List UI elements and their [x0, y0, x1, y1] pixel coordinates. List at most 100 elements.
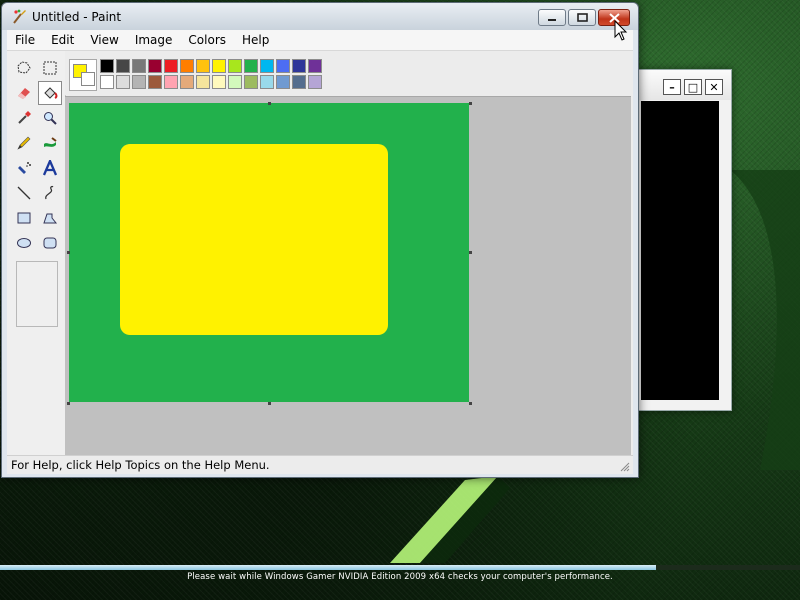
color-swatch[interactable] [260, 75, 274, 89]
line-icon [17, 186, 31, 200]
color-swatch[interactable] [276, 75, 290, 89]
pencil-icon [17, 136, 31, 150]
menu-colors[interactable]: Colors [180, 33, 234, 47]
background-window[interactable]: – □ ✕ [636, 69, 732, 411]
resize-handle-right[interactable] [469, 251, 472, 254]
free-form-select-icon [17, 61, 31, 74]
color-swatch[interactable] [308, 59, 322, 73]
color-swatch[interactable] [196, 75, 210, 89]
color-swatch[interactable] [308, 75, 322, 89]
menu-file[interactable]: File [7, 33, 43, 47]
paint-client-area [7, 51, 633, 455]
eraser-tool[interactable] [12, 81, 36, 105]
resize-handle-top-right[interactable] [469, 102, 472, 105]
paint-window[interactable]: Untitled - Paint File Edit View Image Co… [1, 2, 639, 478]
free-form-select-tool[interactable] [12, 56, 36, 80]
color-picker-tool[interactable] [12, 106, 36, 130]
airbrush-icon [18, 162, 31, 174]
color-swatch[interactable] [116, 75, 130, 89]
yellow-rounded-rectangle [120, 144, 388, 335]
performance-message: Please wait while Windows Gamer NVIDIA E… [187, 572, 613, 582]
background-color [81, 72, 95, 86]
rectangle-tool[interactable] [12, 206, 36, 230]
color-swatch[interactable] [292, 75, 306, 89]
minimize-button[interactable] [538, 9, 566, 26]
color-swatch[interactable] [196, 59, 210, 73]
color-swatch[interactable] [180, 75, 194, 89]
color-swatch[interactable] [244, 75, 258, 89]
drawing-canvas[interactable] [69, 103, 469, 402]
magnifier-icon [44, 112, 57, 125]
size-grip-icon[interactable] [620, 462, 630, 472]
wallpaper-curve [730, 170, 800, 470]
brush-tool[interactable] [38, 131, 62, 155]
color-swatch[interactable] [228, 75, 242, 89]
line-tool[interactable] [12, 181, 36, 205]
airbrush-tool[interactable] [12, 156, 36, 180]
magnifier-tool[interactable] [38, 106, 62, 130]
canvas-scroll-area[interactable] [65, 96, 631, 455]
color-swatch[interactable] [100, 75, 114, 89]
resize-handle-bottom-left[interactable] [67, 402, 70, 405]
color-swatch[interactable] [260, 59, 274, 73]
maximize-icon[interactable]: □ [684, 79, 702, 95]
rect-select-tool[interactable] [38, 56, 62, 80]
color-swatch[interactable] [148, 59, 162, 73]
text-icon [42, 160, 58, 176]
status-text: For Help, click Help Topics on the Help … [11, 458, 270, 472]
color-swatch[interactable] [132, 59, 146, 73]
window-title: Untitled - Paint [32, 10, 122, 24]
current-colors[interactable] [69, 59, 97, 91]
color-swatch[interactable] [164, 59, 178, 73]
color-picker-icon [18, 111, 31, 124]
menu-view[interactable]: View [82, 33, 126, 47]
color-swatch[interactable] [212, 75, 226, 89]
eraser-icon [18, 88, 30, 99]
resize-handle-left[interactable] [67, 251, 70, 254]
close-icon[interactable]: ✕ [705, 79, 723, 95]
maximize-button[interactable] [568, 9, 596, 26]
menu-edit[interactable]: Edit [43, 33, 82, 47]
pencil-tool[interactable] [12, 131, 36, 155]
rounded-rect-tool[interactable] [38, 231, 62, 255]
polygon-icon [43, 213, 58, 224]
palette-swatches [100, 59, 322, 89]
ellipse-tool[interactable] [12, 231, 36, 255]
color-swatch[interactable] [100, 59, 114, 73]
color-swatch[interactable] [148, 75, 162, 89]
title-bar[interactable]: Untitled - Paint [2, 3, 638, 30]
paint-palette-icon [13, 9, 26, 24]
resize-handle-top[interactable] [268, 102, 271, 105]
maximize-icon [576, 13, 588, 22]
color-swatch[interactable] [132, 75, 146, 89]
color-swatch[interactable] [276, 59, 290, 73]
resize-handle-bottom-right[interactable] [469, 402, 472, 405]
fill-bucket-icon [44, 87, 58, 99]
progress-fill [0, 565, 656, 570]
minimize-icon[interactable]: – [663, 79, 681, 95]
color-swatch[interactable] [212, 59, 226, 73]
color-swatch[interactable] [116, 59, 130, 73]
fill-bucket-tool[interactable] [38, 81, 62, 105]
curve-tool[interactable] [38, 181, 62, 205]
color-swatch[interactable] [244, 59, 258, 73]
color-swatch[interactable] [164, 75, 178, 89]
text-tool[interactable] [38, 156, 62, 180]
color-swatch[interactable] [180, 59, 194, 73]
background-window-titlebar[interactable]: – □ ✕ [637, 70, 731, 100]
toolbox [7, 51, 66, 455]
color-swatch[interactable] [292, 59, 306, 73]
menu-bar: File Edit View Image Colors Help [7, 30, 633, 51]
curve-icon [45, 186, 54, 200]
tool-options-box[interactable] [16, 261, 58, 327]
resize-handle-bottom[interactable] [268, 402, 271, 405]
ellipse-icon [17, 238, 31, 248]
performance-progress-bar [0, 565, 800, 570]
menu-image[interactable]: Image [127, 33, 181, 47]
mouse-cursor-icon [614, 20, 628, 41]
rect-select-icon [43, 61, 57, 75]
color-swatch[interactable] [228, 59, 242, 73]
polygon-tool[interactable] [38, 206, 62, 230]
minimize-icon [548, 18, 556, 21]
menu-help[interactable]: Help [234, 33, 277, 47]
